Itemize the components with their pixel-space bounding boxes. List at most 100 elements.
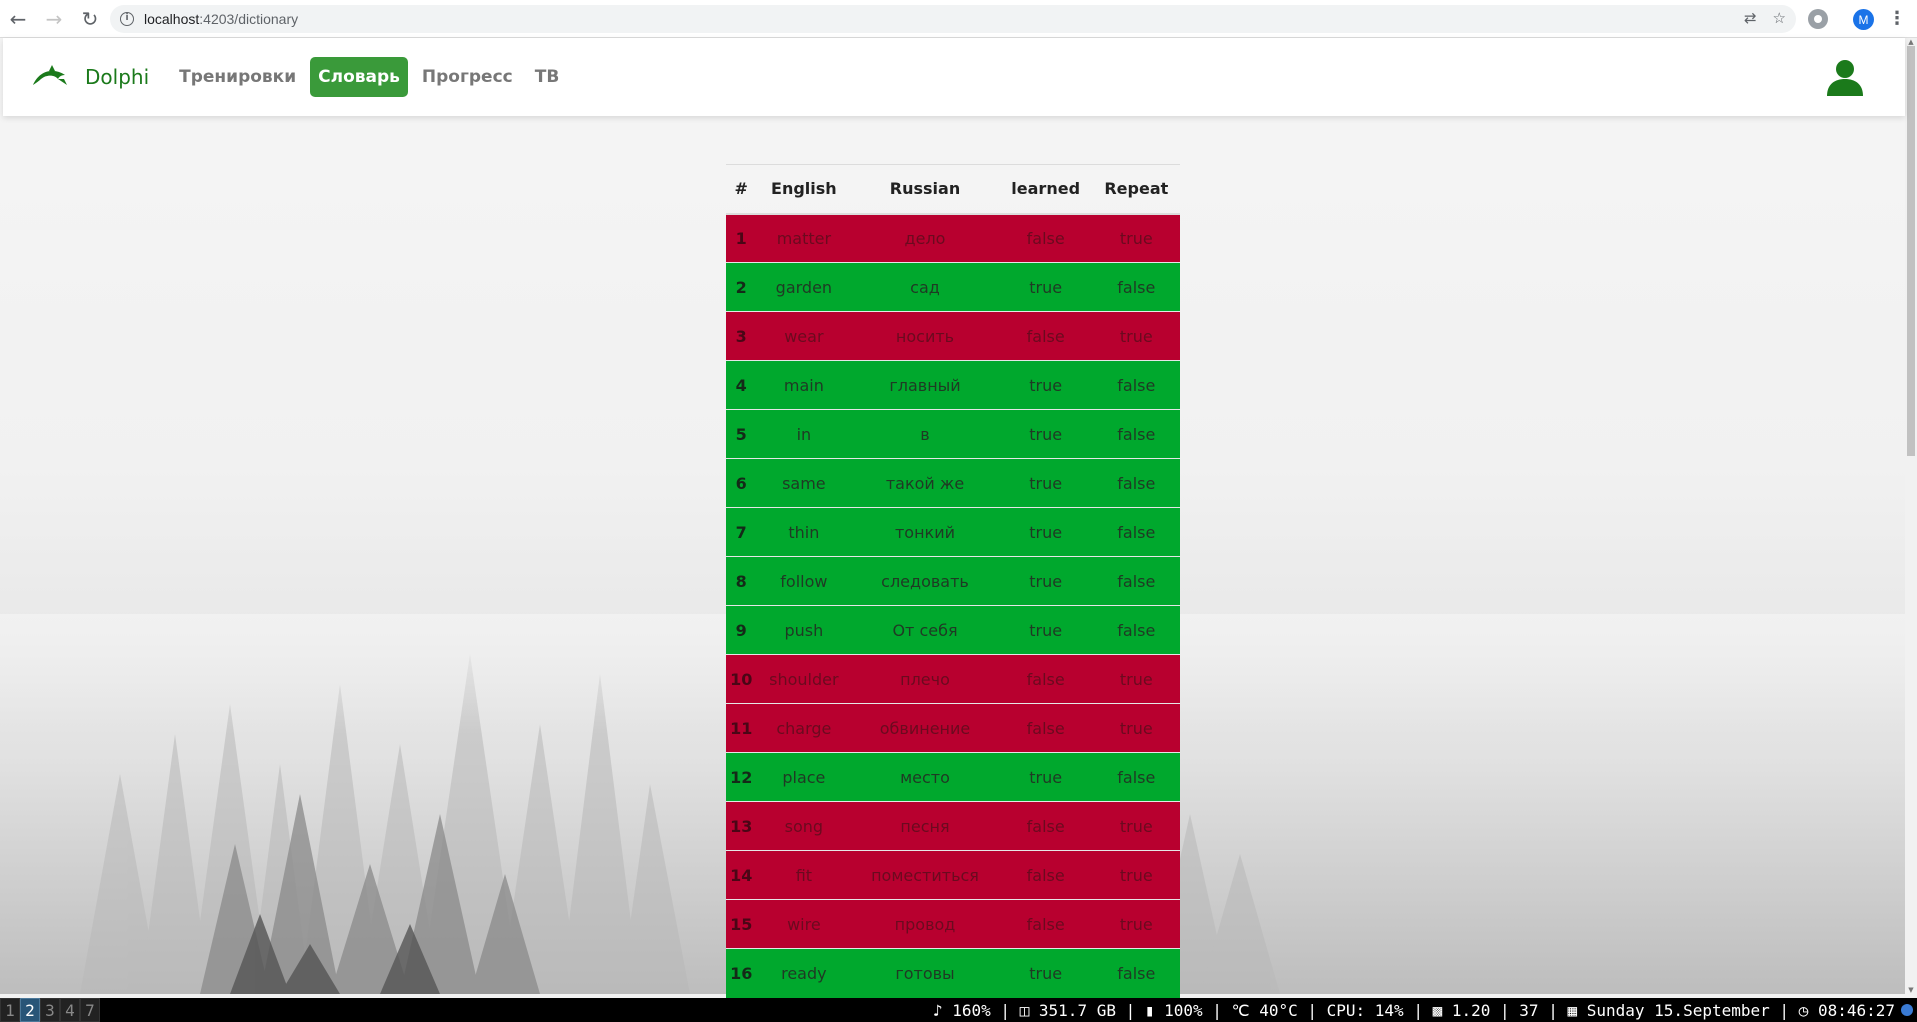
workspace-button-active[interactable]: 2 — [20, 998, 40, 1022]
nav-tv[interactable]: ТВ — [527, 57, 568, 97]
cell-english: wear — [756, 311, 852, 361]
cell-english: ready — [756, 948, 852, 998]
volume-status: ♪ 160% — [932, 1000, 991, 1020]
forward-icon[interactable]: → — [36, 0, 72, 38]
workspace-button[interactable]: 3 — [40, 998, 60, 1022]
disk-icon: ◫ — [1019, 1000, 1039, 1020]
table-row[interactable]: 6 same такой же true false — [726, 458, 1180, 508]
table-row[interactable]: 13 song песня false true — [726, 801, 1180, 851]
translate-icon[interactable]: ⇄ — [1744, 9, 1757, 27]
cell-english: place — [756, 752, 852, 802]
workspace-button[interactable]: 1 — [0, 998, 20, 1022]
cell-english: song — [756, 801, 852, 851]
cell-english: wire — [756, 899, 852, 949]
scroll-down-icon[interactable]: ▼ — [1907, 986, 1915, 994]
user-icon[interactable] — [1825, 58, 1865, 96]
disk-status: 351.7 GB — [1038, 1000, 1116, 1020]
cell-number: 2 — [726, 262, 757, 312]
workspace-button[interactable]: 7 — [80, 998, 100, 1022]
nav-dictionary[interactable]: Словарь — [310, 57, 408, 97]
cell-russian: плечо — [851, 654, 999, 704]
table-row[interactable]: 16 ready готовы true false — [726, 948, 1180, 998]
cell-repeat: false — [1092, 507, 1180, 557]
table-row[interactable]: 4 main главный true false — [726, 360, 1180, 410]
browser-menu-icon[interactable]: ⋮ — [1888, 8, 1906, 29]
cell-repeat: true — [1092, 899, 1180, 949]
cell-number: 3 — [726, 311, 757, 361]
time-status: 08:46:27 — [1817, 1000, 1895, 1020]
cell-number: 8 — [726, 556, 757, 606]
cell-repeat: true — [1092, 703, 1180, 753]
address-bar[interactable]: i localhost:4203/dictionary ⇄ ☆ — [110, 5, 1796, 33]
cell-number: 7 — [726, 507, 757, 557]
table-row[interactable]: 5 in в true false — [726, 409, 1180, 459]
table-row[interactable]: 7 thin тонкий true false — [726, 507, 1180, 557]
nav-progress[interactable]: Прогресс — [414, 57, 521, 97]
cell-russian: песня — [851, 801, 999, 851]
profile-avatar[interactable]: M — [1853, 9, 1874, 30]
site-info-icon[interactable]: i — [120, 12, 134, 26]
tray-icon[interactable] — [1901, 1004, 1913, 1016]
table-row[interactable]: 14 fit поместиться false true — [726, 850, 1180, 900]
clock-icon: ◷ — [1798, 1000, 1818, 1020]
cell-russian: место — [851, 752, 999, 802]
table-row[interactable]: 12 place место true false — [726, 752, 1180, 802]
page-scrollbar[interactable]: ▲ ▼ — [1905, 38, 1917, 994]
table-row[interactable]: 10 shoulder плечо false true — [726, 654, 1180, 704]
cell-learned: true — [998, 507, 1093, 557]
address-url[interactable]: localhost:4203/dictionary — [144, 11, 298, 27]
cell-learned: true — [998, 556, 1093, 606]
cell-learned: false — [998, 801, 1093, 851]
table-row[interactable]: 2 garden сад true false — [726, 262, 1180, 312]
scrollbar-thumb[interactable] — [1907, 46, 1915, 456]
table-row[interactable]: 8 follow следовать true false — [726, 556, 1180, 606]
brand[interactable]: Dolphi — [31, 65, 149, 89]
temperature-status: 40°C — [1259, 1000, 1298, 1020]
table-row[interactable]: 9 push От себя true false — [726, 605, 1180, 655]
cell-repeat: true — [1092, 850, 1180, 900]
workspace-button[interactable]: 4 — [60, 998, 80, 1022]
cell-russian: в — [851, 409, 999, 459]
table-row[interactable]: 1 matter дело false true — [726, 213, 1180, 263]
cell-number: 14 — [726, 850, 757, 900]
load-extra-status: 37 — [1519, 1000, 1539, 1020]
back-icon[interactable]: ← — [0, 0, 36, 38]
cell-english: push — [756, 605, 852, 655]
cell-repeat: true — [1092, 654, 1180, 704]
cpu-status: CPU: 14% — [1326, 1000, 1404, 1020]
cell-repeat: false — [1092, 605, 1180, 655]
table-row[interactable]: 3 wear носить false true — [726, 311, 1180, 361]
cell-russian: тонкий — [851, 507, 999, 557]
nav-trainings[interactable]: Тренировки — [171, 57, 304, 97]
table-row[interactable]: 11 charge обвинение false true — [726, 703, 1180, 753]
cell-english: garden — [756, 262, 852, 312]
battery-icon: ▮ — [1144, 1000, 1165, 1020]
cell-russian: следовать — [851, 556, 999, 606]
table-row[interactable]: 15 wire провод false true — [726, 899, 1180, 949]
load-status: 1.20 — [1451, 1000, 1491, 1020]
cell-number: 5 — [726, 409, 757, 459]
extension-icon[interactable] — [1808, 9, 1828, 29]
dolphin-logo-icon — [33, 65, 67, 85]
temperature-icon: ℃ — [1231, 1000, 1260, 1020]
reload-icon[interactable]: ↻ — [72, 0, 108, 38]
calendar-icon: ▦ — [1567, 1000, 1587, 1020]
header-number: # — [726, 164, 757, 215]
scroll-up-icon[interactable]: ▲ — [1907, 38, 1915, 46]
cell-number: 13 — [726, 801, 757, 851]
cell-english: fit — [756, 850, 852, 900]
bookmark-star-icon[interactable]: ☆ — [1773, 9, 1786, 27]
cell-number: 12 — [726, 752, 757, 802]
cell-learned: false — [998, 703, 1093, 753]
cell-learned: true — [998, 262, 1093, 312]
header-english: English — [756, 164, 852, 215]
cell-russian: носить — [851, 311, 999, 361]
cell-number: 6 — [726, 458, 757, 508]
cell-number: 10 — [726, 654, 757, 704]
cell-number: 4 — [726, 360, 757, 410]
cell-repeat: false — [1092, 409, 1180, 459]
cell-learned: true — [998, 752, 1093, 802]
cell-russian: провод — [851, 899, 999, 949]
cell-english: in — [756, 409, 852, 459]
battery-status: 100% — [1164, 1000, 1203, 1020]
